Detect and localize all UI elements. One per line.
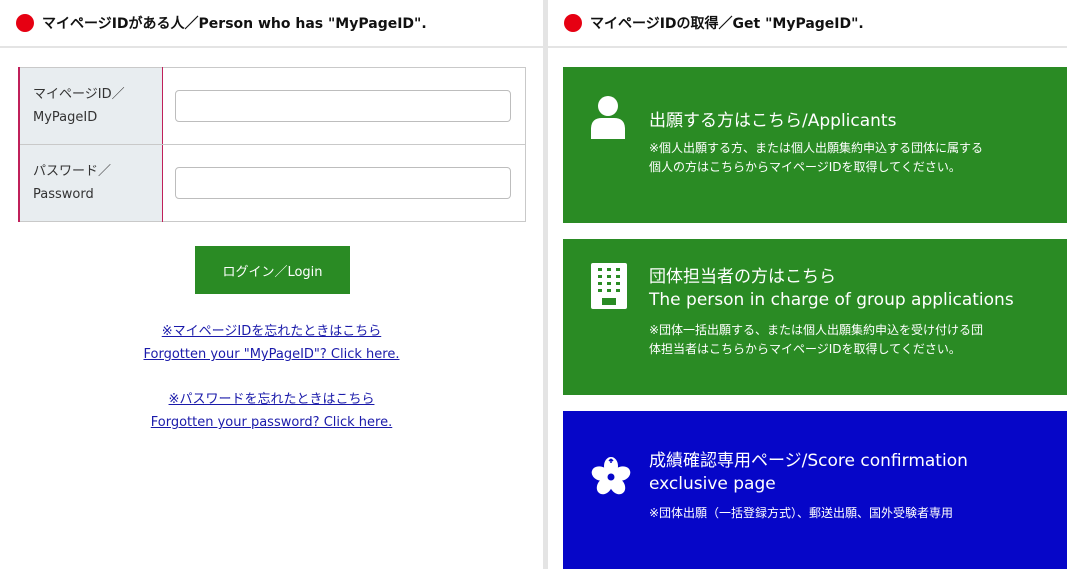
person-icon: [591, 96, 625, 139]
score-confirmation-card-title: 成績確認専用ページ/Score confirmation exclusive p…: [649, 451, 968, 494]
group-admin-card[interactable]: 団体担当者の方はこちら The person in charge of grou…: [563, 239, 1067, 395]
mypageid-input[interactable]: [174, 90, 511, 122]
forgot-password-link[interactable]: ※パスワードを忘れたときはこちら Forgotten your password…: [0, 388, 543, 434]
group-admin-card-title: 団体担当者の方はこちら The person in charge of grou…: [649, 267, 1014, 310]
login-panel-header: マイページIDがある人／Person who has "MyPageID".: [0, 0, 543, 48]
password-input[interactable]: [174, 167, 511, 199]
login-form: マイページID／ MyPageID パスワード／ Password: [18, 67, 526, 222]
mypageid-label: マイページID／ MyPageID: [18, 67, 163, 145]
password-row: パスワード／ Password: [18, 144, 526, 222]
score-confirmation-card[interactable]: 成績確認専用ページ/Score confirmation exclusive p…: [563, 411, 1067, 569]
applicants-card-description: ※個人出願する方、または個人出願集約申込する団体に属する 個人の方はこちらからマ…: [649, 141, 984, 174]
cherry-blossom-icon: [591, 457, 631, 495]
login-button[interactable]: ログイン／Login: [195, 246, 350, 294]
get-mypageid-panel-title: マイページIDの取得／Get "MyPageID".: [590, 16, 864, 32]
red-dot-icon: [564, 14, 582, 32]
forgot-mypageid-link[interactable]: ※マイページIDを忘れたときはこちら Forgotten your "MyPag…: [0, 320, 543, 366]
building-icon: [591, 263, 627, 309]
applicants-card-title: 出願する方はこちら/Applicants: [649, 111, 897, 131]
get-mypageid-panel: マイページIDの取得／Get "MyPageID". 出願する方はこちら/App…: [548, 0, 1067, 569]
login-panel-title: マイページIDがある人／Person who has "MyPageID".: [42, 16, 427, 32]
mypageid-row: マイページID／ MyPageID: [18, 67, 526, 145]
score-confirmation-card-description: ※団体出願（一括登録方式）、郵送出願、国外受験者専用: [649, 506, 954, 520]
applicants-card[interactable]: 出願する方はこちら/Applicants ※個人出願する方、または個人出願集約申…: [563, 67, 1067, 223]
get-mypageid-panel-header: マイページIDの取得／Get "MyPageID".: [548, 0, 1067, 48]
login-panel: マイページIDがある人／Person who has "MyPageID". マ…: [0, 0, 543, 569]
group-admin-card-description: ※団体一括出願する、または個人出願集約申込を受け付ける団 体担当者はこちらからマ…: [649, 323, 984, 356]
password-label: パスワード／ Password: [18, 144, 163, 222]
red-dot-icon: [16, 14, 34, 32]
